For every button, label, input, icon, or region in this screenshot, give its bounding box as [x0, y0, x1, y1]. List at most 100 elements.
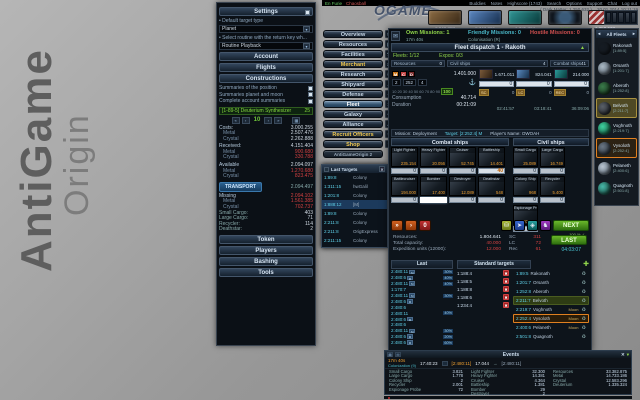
fleet-send-icon[interactable]: ♻	[582, 271, 586, 277]
fleet-send-icon[interactable]: ♻	[582, 316, 586, 322]
option-checkbox[interactable]	[308, 99, 313, 104]
speed-selected[interactable]: 100	[441, 88, 453, 95]
option-checkbox[interactable]	[308, 92, 313, 97]
ship-amount-input[interactable]: 0	[391, 168, 418, 174]
settings-section-header[interactable]: Settings	[219, 7, 313, 16]
ship-image[interactable]: Cruiser 52.745	[449, 147, 476, 167]
fleet-send-icon[interactable]: ♻	[582, 289, 586, 295]
nav-button[interactable]: Overview	[323, 30, 383, 38]
sidebar-title[interactable]: All Fleets	[600, 32, 632, 37]
calendar-icon[interactable]: ▤	[387, 352, 393, 357]
collapse-icon[interactable]: ▲	[580, 44, 585, 53]
fleet-send-icon[interactable]: ♻	[582, 298, 586, 304]
messages-icon[interactable]: ✉	[391, 31, 400, 41]
ship-amount-input[interactable]: 0	[449, 197, 476, 203]
column-header[interactable]: Resources0	[391, 60, 445, 67]
preset-defense-button[interactable]: ⛁	[501, 220, 512, 231]
planet-row[interactable]: 2:252:4 Vysoloth Moon ♻	[513, 314, 589, 323]
select-one-button[interactable]: ›	[405, 220, 417, 231]
planet-sphere-icon[interactable]	[598, 42, 611, 55]
nav-button[interactable]: Shipyard	[323, 80, 383, 88]
delete-target-icon[interactable]: ✖	[503, 286, 509, 292]
ship-image[interactable]: Heavy Fighter 20.056	[420, 147, 447, 167]
combat-ships-header[interactable]: Combat ships	[391, 138, 509, 146]
preset-cursor-button[interactable]: ➤	[514, 220, 525, 231]
delete-target-icon[interactable]: ✖	[503, 278, 509, 284]
ship-image[interactable]: Light Fighter 235.154	[391, 147, 418, 167]
settings-checkbox[interactable]	[305, 10, 310, 15]
nav-button[interactable]: Merchant	[323, 60, 383, 68]
galaxy-select[interactable]: 2	[392, 79, 401, 86]
officer-icon[interactable]	[606, 12, 611, 23]
planet-sphere-icon[interactable]	[598, 142, 611, 155]
standard-target-row[interactable]: 1:188:8 ✖	[457, 285, 509, 293]
ship-image[interactable]: Small Cargo 25.089	[513, 147, 538, 167]
column-header[interactable]: Civil ships4	[447, 60, 548, 67]
mission-tab[interactable]: Friendly Missions: 0 Colonisation (R)	[465, 30, 527, 42]
ship-amount-input[interactable]: 40	[478, 168, 505, 174]
section-header[interactable]: Bashing	[219, 257, 313, 266]
planet-row[interactable]: 2:400:6 Pelaneth Moon ♻	[513, 323, 589, 332]
preset-raid-button[interactable]: ♞	[540, 220, 551, 231]
ship-image[interactable]: Recycler 5.400	[540, 176, 565, 196]
top-link[interactable]: Chat	[607, 1, 617, 6]
top-link[interactable]: Support	[587, 1, 603, 6]
planet-row[interactable]: 2:211:7 Belvoth ♻	[513, 296, 589, 305]
sidebar-planet[interactable]: Belvoth [2:211:7]	[596, 98, 637, 118]
planet-row[interactable]: 1:201:7 Orsanth ♻	[513, 278, 589, 287]
active-build-row[interactable]: [1-89-5] Deuterium Synthesizer 25	[219, 107, 313, 115]
target-row[interactable]: 1:888:12 [M]	[322, 200, 387, 209]
event-row[interactable]: 17m 40s Colonization (9) 17:40:23 [2:480…	[385, 358, 631, 369]
target-row[interactable]: 1:89:8 Colony	[322, 209, 387, 218]
increase-more-button[interactable]: »	[274, 117, 282, 124]
ship-amount-input[interactable]: 0	[420, 168, 447, 174]
sidebar-planet[interactable]: Vysoloth [2:252:4]	[596, 138, 637, 158]
event-dest-coord[interactable]: [2:480:11]	[502, 361, 522, 366]
ship-image[interactable]: Colony Ship 968	[513, 176, 538, 196]
mission-tab[interactable]: Own Missions: 1 17m 40s	[403, 30, 465, 42]
select-all-button[interactable]: »	[391, 220, 403, 231]
calculator-icon[interactable]: ▦	[292, 117, 300, 124]
planet-row[interactable]: 1:252:8 Aberoth ♻	[513, 287, 589, 296]
nav-button[interactable]: Defense	[323, 90, 383, 98]
section-header[interactable]: Players	[219, 246, 313, 255]
ship-amount-input[interactable]: 0	[540, 197, 565, 203]
deuterium-icon[interactable]: D	[408, 71, 415, 77]
sidebar-planet[interactable]: Aberoth [1:252:8]	[596, 78, 637, 98]
fleet-send-icon[interactable]: ♻	[582, 307, 586, 313]
target-row[interactable]: 1:89:8 Colony	[322, 173, 387, 182]
sidebar-planet[interactable]: Quagnoth [2:501:8]	[596, 178, 637, 198]
flights-section-header[interactable]: Flights	[219, 63, 313, 72]
ship-image[interactable]: Battlecruiser 194.000	[391, 176, 418, 196]
mail-icon[interactable]: ✉	[395, 352, 401, 357]
column-header[interactable]: Combat ships41	[550, 60, 589, 67]
nav-button[interactable]: Resources	[323, 40, 383, 48]
ship-image[interactable]: Large Cargo 16.749	[540, 147, 565, 167]
fleet-send-icon[interactable]: ♻	[582, 334, 586, 340]
resource-load-input[interactable]: 0	[479, 81, 514, 87]
sidebar-planet[interactable]: Pelaneth [2:400:6]	[596, 158, 637, 178]
ship-image[interactable]: Bomber 17.400	[420, 176, 447, 196]
top-link[interactable]: Search	[547, 1, 561, 6]
fleet-send-icon[interactable]: ♻	[582, 280, 586, 286]
last-target-row[interactable]: 2:480:6 M 60%	[391, 340, 453, 346]
increase-button[interactable]: ›	[264, 117, 272, 124]
popup-header[interactable]: Last Targets ✕	[322, 165, 387, 173]
speed-mark[interactable]: 90	[436, 89, 440, 94]
tab-standard-targets[interactable]: Standard targets	[457, 260, 531, 269]
delete-target-icon[interactable]: ✖	[503, 302, 509, 308]
top-link[interactable]: Notes	[491, 1, 503, 6]
nav-button[interactable]: Galaxy	[323, 110, 383, 118]
planet-row[interactable]: 2:219:7 Voghnoth Moon ♻	[513, 305, 589, 314]
nav-button[interactable]: Facilities	[323, 50, 383, 58]
officer-icon[interactable]	[618, 12, 623, 23]
account-section-header[interactable]: Account	[219, 52, 313, 61]
default-target-select[interactable]: Planet▾	[219, 25, 313, 33]
player-name[interactable]: En Furie	[325, 1, 342, 6]
target-row[interactable]: 1:311:15 hwGalil	[322, 182, 387, 191]
speed-mark[interactable]: 40	[408, 89, 412, 94]
fleet-anchor-icon[interactable]: ⚓	[469, 79, 476, 86]
last-button[interactable]: LAST	[551, 235, 587, 245]
resource-load-input[interactable]: 0	[516, 81, 551, 87]
speed-mark[interactable]: 20	[397, 89, 401, 94]
